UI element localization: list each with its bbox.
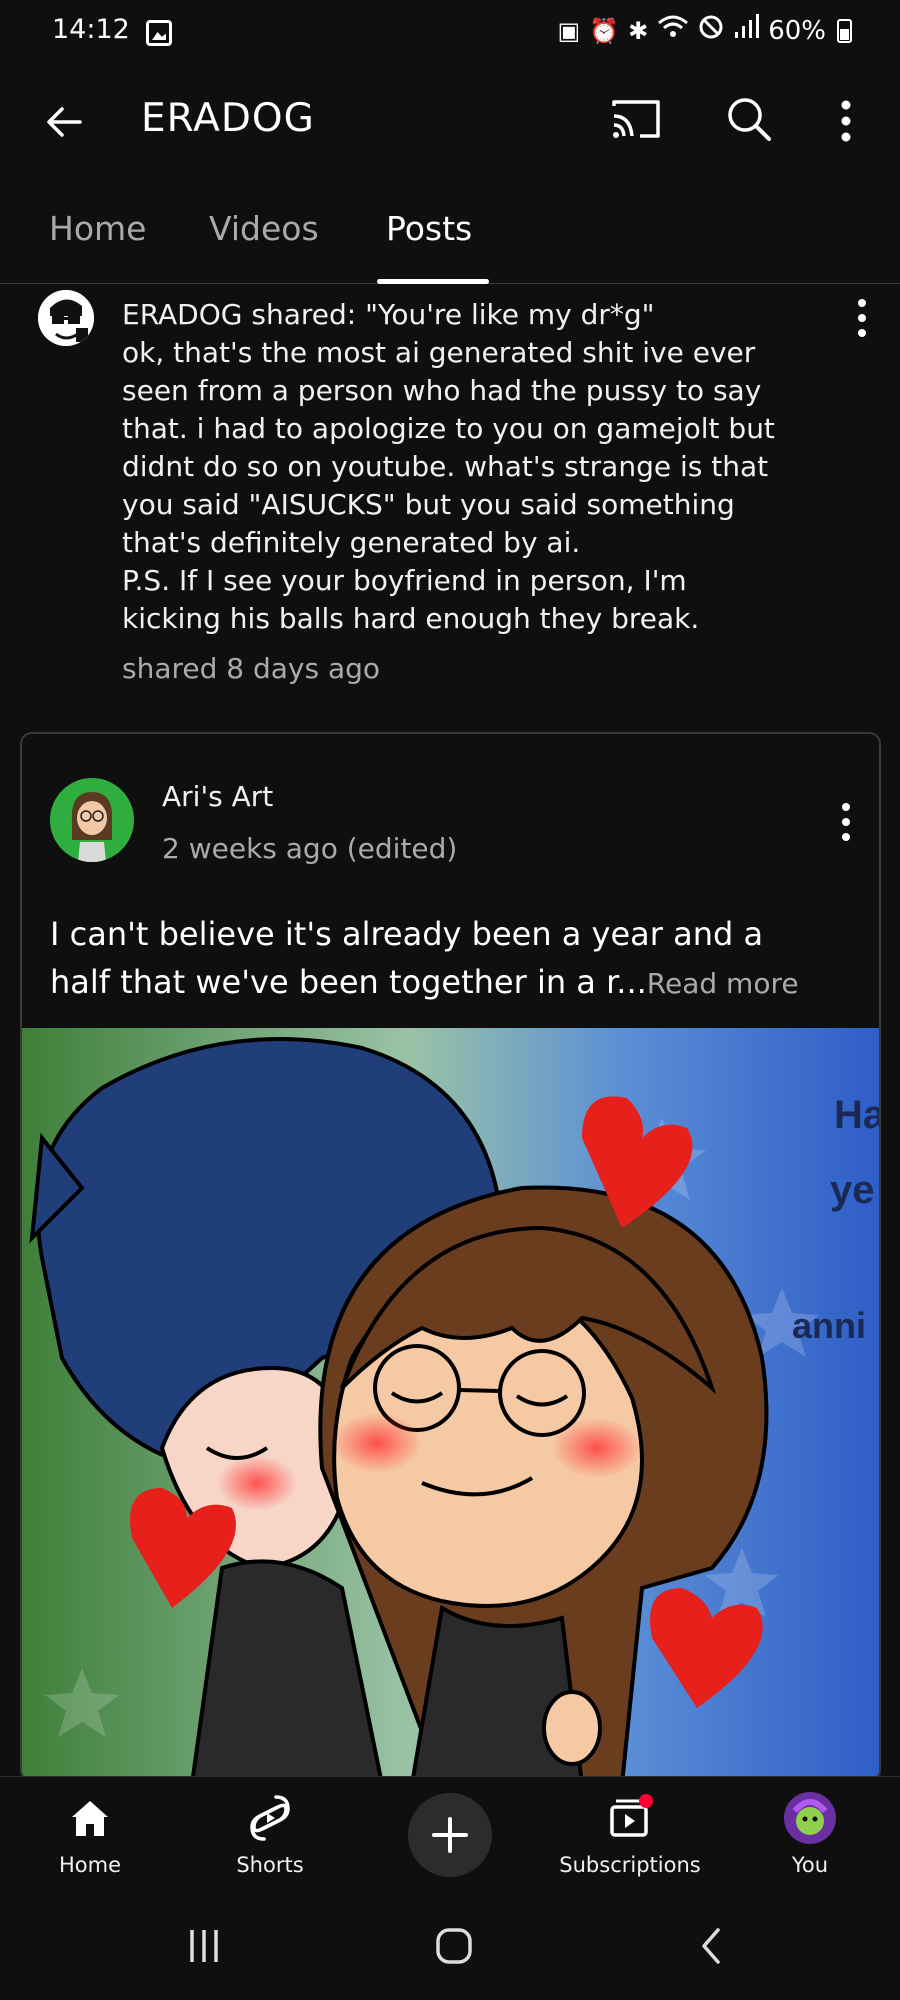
data-saver-icon: ▣	[557, 16, 581, 45]
shared-post-body: ERADOG shared: "You're like my dr*g" ok,…	[122, 296, 802, 638]
app-bar: ERADOG	[0, 66, 900, 176]
wifi-icon	[657, 14, 689, 47]
post-text-line: that. i had to apologize to you on gamej…	[122, 412, 775, 445]
post-image[interactable]: Ha ye anni	[22, 1028, 879, 1780]
shared-author-line[interactable]: ERADOG shared: "You're like my dr*g"	[122, 296, 802, 334]
home-icon	[72, 1801, 108, 1836]
channel-title: ERADOG	[141, 96, 315, 141]
avatar[interactable]	[50, 778, 134, 862]
subscriptions-icon	[610, 1794, 653, 1837]
image-text: ye	[830, 1168, 875, 1212]
post-timestamp: 2 weeks ago (edited)	[162, 832, 458, 865]
post-text-line: kicking his balls hard enough they break…	[122, 602, 700, 635]
battery-icon	[837, 18, 852, 43]
post-text-line: that's definitely generated by ai.	[122, 526, 581, 559]
avatar[interactable]	[38, 290, 94, 346]
gallery-icon	[146, 20, 172, 46]
nav-shorts-label: Shorts	[236, 1853, 304, 1877]
bluetooth-icon: ✱	[628, 16, 649, 45]
channel-tabs: Home Videos Posts	[0, 176, 900, 284]
nav-home[interactable]: Home	[10, 1793, 170, 1877]
nav-you[interactable]: You	[730, 1792, 890, 1877]
post-menu-icon[interactable]	[852, 296, 872, 340]
community-post-card[interactable]: Ari's Art 2 weeks ago (edited) I can't b…	[20, 732, 881, 1782]
system-navigation-bar	[0, 1896, 900, 2000]
tab-home[interactable]: Home	[49, 209, 146, 248]
shared-post: ERADOG shared: "You're like my dr*g" ok,…	[0, 284, 900, 704]
post-menu-icon[interactable]	[836, 800, 856, 844]
post-text-line: didnt do so on youtube. what's strange i…	[122, 450, 769, 483]
signal-icon	[733, 14, 760, 47]
recent-apps-icon[interactable]	[184, 1926, 224, 1966]
post-text-line: half that we've been together in a r...R…	[50, 958, 850, 1008]
back-arrow-icon[interactable]	[40, 98, 88, 146]
status-time: 14:12	[52, 14, 130, 45]
post-text-line: seen from a person who had the pussy to …	[122, 374, 762, 407]
create-button[interactable]	[408, 1793, 492, 1877]
post-text-line: you said "AISUCKS" but you said somethin…	[122, 488, 735, 521]
post-author[interactable]: Ari's Art	[162, 780, 273, 813]
status-icons: ▣ ⏰ ✱ 60%	[558, 14, 852, 47]
shorts-icon	[250, 1795, 290, 1841]
status-bar: 14:12 ▣ ⏰ ✱ 60%	[0, 0, 900, 66]
profile-avatar	[784, 1792, 836, 1844]
notification-dot	[639, 1794, 653, 1808]
cast-icon[interactable]	[610, 96, 662, 142]
bottom-navigation: Home Shorts Subscriptions You	[0, 1776, 900, 1896]
nav-shorts[interactable]: Shorts	[190, 1793, 350, 1877]
nav-subscriptions-label: Subscriptions	[559, 1853, 701, 1877]
nav-subscriptions[interactable]: Subscriptions	[550, 1793, 710, 1877]
post-text-line: ok, that's the most ai generated shit iv…	[122, 336, 756, 369]
do-not-disturb-icon	[698, 14, 724, 47]
nav-you-label: You	[791, 1853, 829, 1877]
home-button-icon[interactable]	[434, 1926, 474, 1966]
image-text: anni	[792, 1305, 866, 1346]
search-icon[interactable]	[724, 94, 774, 144]
tab-videos[interactable]: Videos	[209, 209, 319, 248]
post-text[interactable]: I can't believe it's already been a year…	[50, 910, 850, 1008]
post-text-line: I can't believe it's already been a year…	[50, 915, 764, 953]
alarm-icon: ⏰	[589, 16, 620, 45]
more-vert-icon[interactable]	[836, 96, 856, 146]
post-text-truncated: half that we've been together in a r...	[50, 963, 647, 1001]
post-text-line: P.S. If I see your boyfriend in person, …	[122, 564, 687, 597]
back-button-icon[interactable]	[692, 1926, 732, 1966]
read-more-link[interactable]: Read more	[647, 967, 799, 1000]
tab-posts[interactable]: Posts	[386, 209, 472, 248]
shared-timestamp: shared 8 days ago	[122, 652, 381, 685]
create-plus-icon	[432, 1817, 468, 1853]
battery-percent: 60%	[768, 15, 826, 46]
image-text: Ha	[834, 1093, 879, 1137]
nav-home-label: Home	[58, 1853, 121, 1877]
